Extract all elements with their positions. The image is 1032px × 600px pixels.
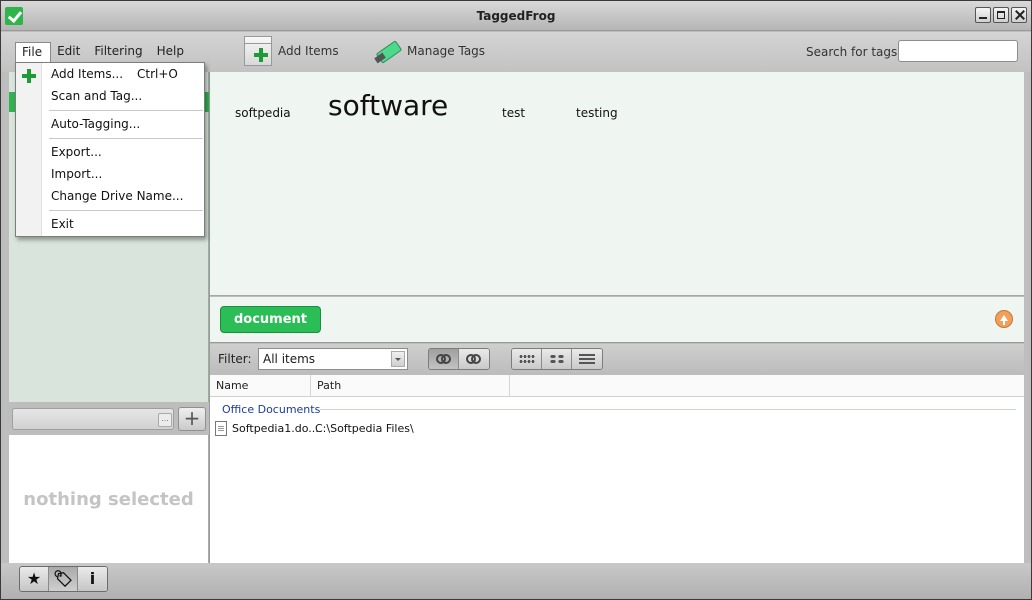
menu-file[interactable]: File (15, 42, 52, 62)
column-path[interactable]: Path (311, 375, 510, 397)
list-grid-icon (549, 354, 565, 364)
union-button[interactable] (459, 349, 489, 369)
document-icon (215, 421, 227, 436)
close-icon[interactable] (1011, 7, 1027, 23)
menu-item-export[interactable]: Export... (51, 145, 102, 159)
add-tag-input[interactable]: ... (12, 408, 174, 430)
large-icons-view-button[interactable] (512, 349, 542, 369)
menu-item-scan-and-tag[interactable]: Scan and Tag... (51, 89, 142, 103)
tag-operator-toggle (428, 348, 490, 370)
add-items-button[interactable]: Add Items (244, 34, 339, 68)
chevron-down-icon[interactable] (391, 351, 405, 367)
title-bar[interactable]: TaggedFrog (1, 1, 1031, 31)
nothing-selected-text: nothing selected (23, 489, 194, 510)
file-path: C:\Softpedia Files\ (315, 422, 414, 435)
tag-cloud-item[interactable]: test (502, 106, 525, 120)
bottom-bar: ★ 🏷 i (1, 563, 1031, 599)
tag-input-more-icon[interactable]: ... (158, 413, 172, 427)
tag-cloud-item[interactable]: testing (576, 106, 618, 120)
file-list: Name Path Office Documents Softpedia1.do… (210, 375, 1024, 563)
add-items-label: Add Items (278, 44, 339, 58)
add-tag-button[interactable]: + (178, 407, 206, 431)
menu-item-exit[interactable]: Exit (51, 217, 74, 231)
filter-selected-value: All items (263, 352, 316, 366)
minimize-icon[interactable] (975, 7, 991, 23)
info-icon[interactable]: i (78, 567, 107, 591)
menu-separator (49, 138, 203, 139)
intersection-button[interactable] (429, 349, 459, 369)
bottom-tabs: ★ 🏷 i (19, 566, 108, 592)
grid-icon (519, 354, 535, 364)
add-items-icon (244, 36, 272, 66)
manage-tags-label: Manage Tags (407, 44, 486, 58)
filter-select[interactable]: All items (258, 348, 408, 370)
menu-separator (49, 210, 203, 211)
small-icons-view-button[interactable] (542, 349, 572, 369)
menu-help[interactable]: Help (151, 42, 192, 62)
app-window: TaggedFrog File Edit Filtering Help Add … (0, 0, 1032, 600)
menu-item-import[interactable]: Import... (51, 167, 102, 181)
menu-item-add-items[interactable]: Add Items... (51, 67, 123, 81)
tag-icon[interactable]: 🏷 (49, 567, 78, 591)
add-items-plus-icon (22, 69, 36, 83)
tag-pen-icon (373, 37, 401, 65)
info-panel: nothing selected (9, 435, 209, 563)
menu-gutter (16, 63, 42, 236)
column-name[interactable]: Name (210, 375, 311, 397)
tag-cloud-item[interactable]: softpedia (235, 106, 291, 120)
view-mode-toggle (511, 348, 603, 370)
details-icon (579, 354, 595, 364)
group-title: Office Documents (222, 403, 321, 416)
window-title: TaggedFrog (476, 9, 556, 23)
menu-filtering[interactable]: Filtering (88, 42, 150, 62)
menu-edit[interactable]: Edit (51, 42, 88, 62)
menu-separator (49, 110, 203, 111)
tag-cloud-item[interactable]: software (328, 89, 448, 122)
manage-tags-button[interactable]: Manage Tags (373, 34, 485, 68)
file-name: Softpedia1.do... (232, 422, 319, 435)
search-label: Search for tags (806, 45, 898, 59)
menu-shortcut-add-items: Ctrl+O (137, 67, 178, 81)
file-menu-dropdown: Add Items... Ctrl+O Scan and Tag... Auto… (15, 62, 205, 237)
menu-bar: File Edit Filtering Help (15, 42, 192, 62)
filter-label: Filter: (218, 352, 252, 366)
selected-tag-chip[interactable]: document (220, 306, 321, 333)
tag-input-row: ... + (9, 404, 209, 434)
tag-search-input[interactable] (898, 40, 1018, 62)
collapse-up-icon[interactable] (995, 310, 1013, 328)
window-right-edge (1024, 72, 1031, 563)
details-view-button[interactable] (572, 349, 602, 369)
list-header: Name Path (210, 375, 1024, 397)
tag-cloud: softpedia software test testing (210, 72, 1024, 296)
filter-bar: Filter: All items (210, 344, 1024, 374)
menu-item-change-drive-name[interactable]: Change Drive Name... (51, 189, 183, 203)
group-divider (320, 409, 1016, 410)
window-controls (975, 7, 1027, 23)
favorites-star-icon[interactable]: ★ (20, 567, 49, 591)
maximize-icon[interactable] (993, 7, 1009, 23)
menu-item-auto-tagging[interactable]: Auto-Tagging... (51, 117, 140, 131)
selected-tags-bar: document (210, 297, 1024, 343)
